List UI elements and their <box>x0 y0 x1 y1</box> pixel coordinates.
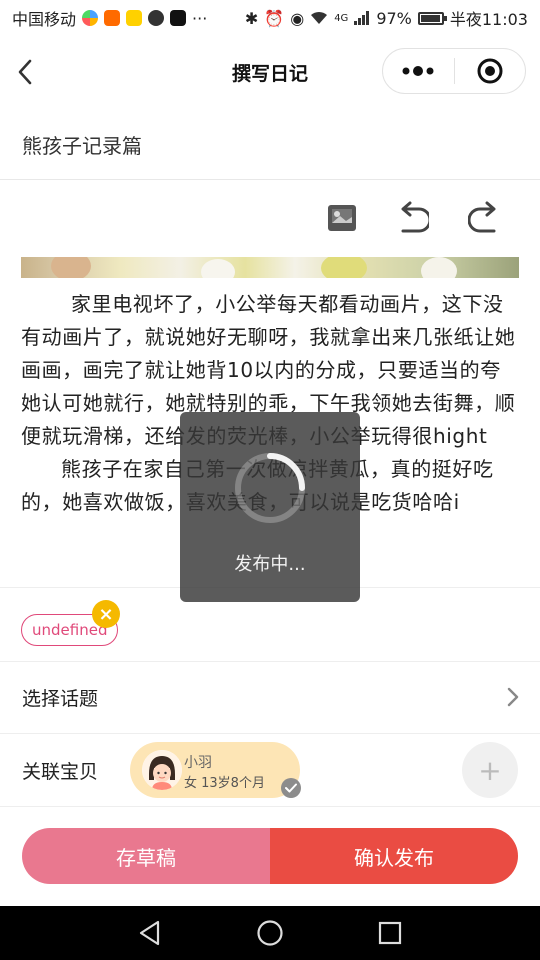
avatar <box>142 750 182 790</box>
save-draft-button[interactable]: 存草稿 <box>22 828 270 884</box>
system-nav-bar <box>0 906 540 960</box>
alarm-icon: ⏰ <box>264 8 285 28</box>
loading-spinner-icon <box>235 453 305 523</box>
remove-tag-button[interactable]: × <box>92 600 120 628</box>
battery-percent: 97% <box>376 8 412 28</box>
baby-card[interactable]: 小羽 女 13岁8个月 <box>130 742 300 798</box>
confirm-publish-label: 确认发布 <box>354 845 434 870</box>
page-title: 撰写日记 <box>231 62 308 85</box>
select-topic-row[interactable]: 选择话题 <box>0 662 540 732</box>
nav-bar: 撰写日记 <box>0 36 540 108</box>
message-icon <box>148 10 165 26</box>
wifi-icon <box>311 11 328 24</box>
taobao-icon <box>104 10 121 26</box>
close-mini-program-button[interactable] <box>455 49 526 93</box>
image-icon <box>328 205 356 231</box>
battery-fill <box>420 14 441 22</box>
undo-icon <box>401 201 429 233</box>
mini-program-capsule <box>382 48 526 94</box>
home-circle-icon[interactable] <box>255 918 285 948</box>
more-dots-icon <box>402 66 434 76</box>
add-baby-button[interactable]: + <box>462 742 518 798</box>
confirm-publish-button[interactable]: 确认发布 <box>270 828 518 884</box>
meituan-icon <box>126 10 143 26</box>
photo-detail <box>201 259 235 278</box>
status-right: ✱ ⏰ ◉ 4G 97% 半夜11:03 <box>245 6 528 30</box>
selected-check-icon <box>281 778 301 798</box>
baby-info: 女 13岁8个月 <box>184 776 265 791</box>
photo-detail <box>51 257 91 278</box>
plus-icon: + <box>478 753 502 787</box>
bluetooth-icon: ✱ <box>244 8 259 28</box>
divider <box>0 806 540 807</box>
photo-detail <box>321 257 367 278</box>
bottom-actions: 存草稿 确认发布 <box>22 828 518 884</box>
diary-title-field[interactable]: 熊孩子记录篇 <box>0 110 540 180</box>
back-triangle-icon[interactable] <box>135 918 165 948</box>
status-left: 中国移动 ··· <box>12 6 207 30</box>
redo-button[interactable] <box>464 196 504 240</box>
more-icon: ··· <box>192 8 208 28</box>
eye-icon: ◉ <box>290 8 305 28</box>
tiktok-icon <box>170 10 187 26</box>
back-arrow-icon[interactable] <box>14 58 38 86</box>
save-draft-label: 存草稿 <box>116 845 176 870</box>
inserted-photo[interactable] <box>21 257 519 278</box>
redo-icon <box>468 201 496 233</box>
chevron-right-icon <box>507 687 519 707</box>
battery-icon <box>417 11 447 25</box>
undo-button[interactable] <box>393 196 433 240</box>
link-baby-label: 关联宝贝 <box>22 760 99 783</box>
close-icon: × <box>98 603 114 625</box>
target-close-icon <box>477 58 503 84</box>
recents-square-icon[interactable] <box>375 918 405 948</box>
girl-avatar-icon <box>142 750 182 790</box>
photo-detail <box>421 257 457 278</box>
loading-toast: 发布中... <box>180 412 360 602</box>
editor-toolbar <box>0 196 540 240</box>
more-menu-button[interactable] <box>383 49 454 93</box>
network-type-label: 4G <box>334 12 349 24</box>
diary-title-text: 熊孩子记录篇 <box>22 134 142 158</box>
insert-image-button[interactable] <box>322 196 362 240</box>
signal-icon <box>354 11 370 25</box>
carrier-label: 中国移动 <box>12 10 77 29</box>
shop-icon <box>82 10 99 26</box>
loading-text: 发布中... <box>234 554 306 575</box>
clock: 半夜11:03 <box>449 10 528 29</box>
status-bar: 中国移动 ··· ✱ ⏰ ◉ 4G 97% 半夜11:03 <box>0 0 540 36</box>
select-topic-label: 选择话题 <box>22 687 99 710</box>
baby-name: 小羽 <box>184 755 212 771</box>
